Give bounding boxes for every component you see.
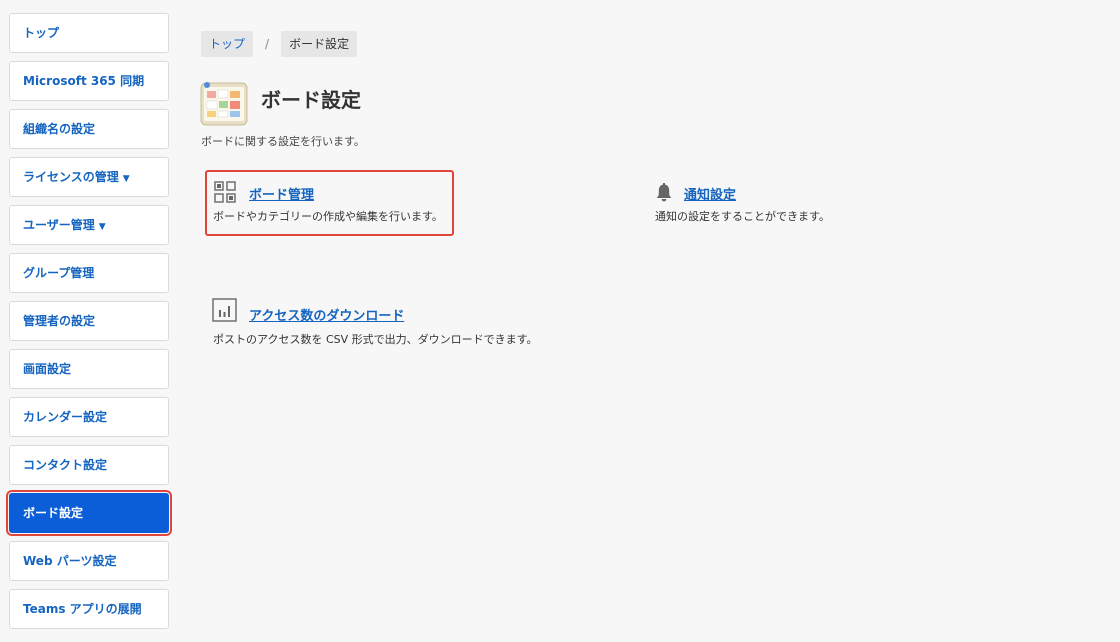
board-management-link[interactable]: ボード管理: [249, 184, 314, 203]
grid-icon: [214, 181, 236, 203]
sidebar-item-user-management[interactable]: ユーザー管理 ▼: [9, 205, 169, 245]
sidebar-item-label: カレンダー設定: [23, 410, 108, 424]
sidebar-item-organization-name[interactable]: 組織名の設定: [9, 109, 169, 149]
sidebar-item-label: ライセンスの管理: [23, 170, 119, 184]
bar-chart-icon: [212, 298, 237, 322]
access-download-description: ポストのアクセス数を CSV 形式で出力、ダウンロードできます。: [213, 333, 538, 346]
sidebar-item-license-management[interactable]: ライセンスの管理 ▼: [9, 157, 169, 197]
sidebar-item-microsoft365-sync[interactable]: Microsoft 365 同期: [9, 61, 169, 101]
access-download-link[interactable]: アクセス数のダウンロード: [249, 305, 404, 324]
breadcrumb-current: ボード設定: [281, 31, 358, 57]
sidebar-item-group-management[interactable]: グループ管理: [9, 253, 169, 293]
sidebar-item-label: 組織名の設定: [23, 122, 96, 136]
sidebar-item-teams-app-deploy[interactable]: Teams アプリの展開: [9, 589, 169, 629]
notification-settings-description: 通知の設定をすることができます。: [655, 210, 830, 223]
sidebar-item-label: ユーザー管理: [23, 218, 95, 232]
sidebar-item-web-parts-settings[interactable]: Web パーツ設定: [9, 541, 169, 581]
board-management-description: ボードやカテゴリーの作成や編集を行います。: [213, 210, 443, 223]
board-management-card: [205, 170, 454, 236]
sidebar-item-top[interactable]: トップ: [9, 13, 169, 53]
breadcrumb: トップ / ボード設定: [201, 31, 358, 57]
sidebar-item-label: Web パーツ設定: [23, 554, 117, 568]
sidebar-item-admin-settings[interactable]: 管理者の設定: [9, 301, 169, 341]
sidebar-item-board-settings[interactable]: ボード設定: [6, 490, 172, 536]
sidebar-item-calendar-settings[interactable]: カレンダー設定: [9, 397, 169, 437]
breadcrumb-home-link[interactable]: トップ: [201, 31, 254, 57]
sidebar-item-label: グループ管理: [23, 266, 95, 280]
sidebar: トップ Microsoft 365 同期 組織名の設定 ライセンスの管理 ▼ ユー…: [6, 13, 172, 637]
sidebar-item-label: トップ: [23, 26, 60, 40]
caret-down-icon: ▼: [122, 174, 130, 184]
caret-down-icon: ▼: [98, 222, 106, 232]
bell-icon: [655, 183, 673, 203]
sidebar-item-label: 管理者の設定: [23, 314, 96, 328]
notification-settings-link[interactable]: 通知設定: [684, 184, 736, 203]
sidebar-item-label: コンタクト設定: [23, 458, 108, 472]
sidebar-item-contact-settings[interactable]: コンタクト設定: [9, 445, 169, 485]
page-description: ボードに関する設定を行います。: [201, 135, 365, 148]
sidebar-item-label: 画面設定: [23, 362, 72, 376]
board-app-icon: [200, 80, 248, 126]
page-title: ボード設定: [261, 88, 361, 112]
sidebar-item-screen-settings[interactable]: 画面設定: [9, 349, 169, 389]
sidebar-item-label: Microsoft 365 同期: [23, 74, 145, 88]
sidebar-item-label: ボード設定: [23, 506, 84, 520]
sidebar-item-label: Teams アプリの展開: [23, 602, 142, 616]
breadcrumb-separator: /: [265, 37, 270, 51]
